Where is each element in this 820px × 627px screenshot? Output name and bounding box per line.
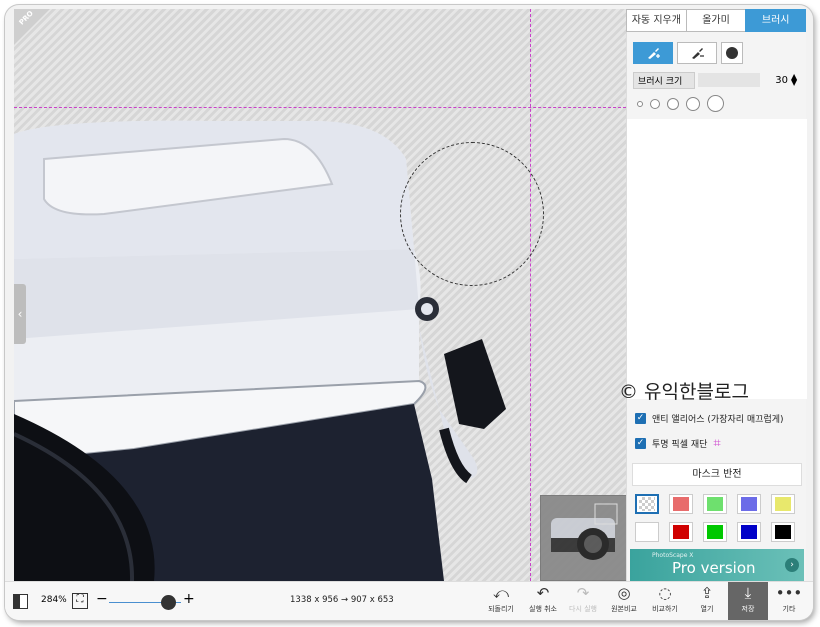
- fit-screen-icon[interactable]: ⛶: [72, 593, 88, 609]
- brush-size-value[interactable]: 30: [768, 75, 788, 86]
- tool-tabs: 자동 지우개 올가미 브러시: [626, 9, 807, 32]
- guide-line-horizontal: [14, 107, 626, 108]
- mask-invert-button[interactable]: 마스크 반전: [632, 463, 802, 486]
- brush-minus-icon: [692, 48, 704, 59]
- revert-label: 되돌리기: [488, 605, 514, 613]
- thumbnail-camera-image: [551, 503, 618, 560]
- panel-layout-icon[interactable]: [13, 594, 28, 609]
- crop-grid-icon: ⌗: [713, 436, 721, 451]
- checkmark-icon[interactable]: ✓: [635, 413, 646, 424]
- antialias-label: 앤티 앨리어스 (가장자리 매끄럽게): [652, 415, 784, 425]
- swatch-light-green[interactable]: [703, 494, 727, 514]
- redo-icon: ↷: [576, 584, 590, 602]
- pro-version-banner[interactable]: PhotoScape X Pro version ›: [630, 549, 804, 582]
- undo-button[interactable]: ↶ 실행 취소: [523, 582, 563, 620]
- brush-cursor: [400, 142, 544, 286]
- swatch-blue[interactable]: [737, 522, 761, 542]
- more-label: 기타: [782, 605, 796, 613]
- compare-original-button[interactable]: ◎ 원본비교: [605, 582, 643, 620]
- transparent-crop-label: 투명 픽셀 재단: [652, 440, 708, 450]
- brush-preset-l[interactable]: [686, 96, 700, 111]
- zoom-slider-knob[interactable]: [161, 595, 176, 610]
- undo-icon: ↶: [536, 584, 550, 602]
- swatch-transparent[interactable]: [635, 494, 659, 514]
- pro-banner-brand: PhotoScape X: [652, 552, 694, 559]
- redo-button[interactable]: ↷ 다시 실행: [563, 582, 603, 620]
- swatch-light-red[interactable]: [669, 494, 693, 514]
- swatch-green[interactable]: [703, 522, 727, 542]
- antialias-option[interactable]: ✓ 앤티 앨리어스 (가장자리 매끄럽게): [635, 412, 784, 425]
- open-label: 열기: [700, 605, 714, 613]
- tab-auto-eraser[interactable]: 자동 지우개: [626, 9, 687, 32]
- redo-label: 다시 실행: [569, 605, 597, 613]
- brush-plus-icon: [648, 48, 660, 59]
- app-window: PRO ‹ 자동 지우개 올가미 브러시 브러시 크기 30 ▲ ▼ ✓ 앤티 …: [5, 5, 813, 620]
- mask-color-swatches: [635, 494, 813, 542]
- swatch-black[interactable]: [771, 522, 795, 542]
- right-panel: 자동 지우개 올가미 브러시 브러시 크기 30 ▲ ▼ ✓ 앤티 앨리어스 (…: [626, 9, 807, 582]
- swatch-white[interactable]: [635, 522, 659, 542]
- more-button[interactable]: ••• 기타: [771, 582, 807, 620]
- brush-mode-row: [633, 42, 806, 64]
- bottom-toolbar: 284% ⛶ − + 1338 x 956 → 907 x 653 ⤺ 되돌리기…: [5, 581, 813, 620]
- brush-size-slider[interactable]: [698, 73, 760, 87]
- revert-button[interactable]: ⤺ 되돌리기: [483, 582, 519, 620]
- zoom-level[interactable]: 284%: [41, 595, 67, 605]
- zoom-out-icon[interactable]: −: [96, 591, 108, 607]
- compare-original-label: 원본비교: [611, 605, 637, 613]
- camera-photo: [14, 120, 506, 581]
- watermark-text: © 유익한블로그: [619, 381, 749, 403]
- chevron-down-icon[interactable]: ▼: [791, 78, 797, 87]
- tab-lasso[interactable]: 올가미: [685, 9, 747, 32]
- brush-size-presets: [637, 95, 806, 112]
- brush-size-row: 브러시 크기 30 ▲ ▼: [633, 71, 806, 89]
- filled-circle-icon: [726, 47, 738, 59]
- compare-button[interactable]: ◌ 비교하기: [645, 582, 685, 620]
- undo-label: 실행 취소: [529, 605, 557, 613]
- download-icon: ⤓: [744, 584, 752, 602]
- brush-size-label: 브러시 크기: [633, 71, 695, 89]
- chevron-left-icon: ‹: [17, 307, 23, 321]
- save-label: 저장: [741, 605, 755, 613]
- brush-preset-xl[interactable]: [707, 95, 724, 112]
- image-dimensions: 1338 x 956 → 907 x 653: [290, 595, 394, 605]
- brush-preset-xs[interactable]: [637, 100, 643, 107]
- compare-icon: ◌: [658, 584, 672, 602]
- revert-icon: ⤺: [492, 584, 510, 602]
- zoom-in-icon[interactable]: +: [183, 591, 195, 607]
- navigator-thumbnail[interactable]: [540, 495, 626, 581]
- transparent-crop-option[interactable]: ✓ 투명 픽셀 재단 ⌗: [635, 436, 721, 451]
- open-button[interactable]: ⇪ 열기: [689, 582, 725, 620]
- pro-banner-label: Pro version: [672, 559, 756, 577]
- share-upload-icon: ⇪: [700, 584, 714, 602]
- compare-label: 비교하기: [652, 605, 678, 613]
- chevron-right-icon[interactable]: ›: [785, 558, 799, 572]
- brush-add-button[interactable]: [633, 42, 673, 64]
- checkmark-icon[interactable]: ✓: [635, 438, 646, 449]
- tab-brush[interactable]: 브러시: [745, 9, 807, 32]
- compare-original-icon: ◎: [617, 584, 631, 602]
- swatch-light-yellow[interactable]: [771, 494, 795, 514]
- brush-preset-m[interactable]: [667, 97, 679, 110]
- brush-subtract-button[interactable]: [677, 42, 717, 64]
- more-dots-icon: •••: [775, 584, 803, 602]
- save-button[interactable]: ⤓ 저장: [728, 582, 768, 620]
- left-panel-toggle[interactable]: ‹: [14, 284, 26, 344]
- editing-canvas[interactable]: PRO ‹: [14, 9, 626, 581]
- brush-color-button[interactable]: [721, 42, 743, 64]
- brush-size-stepper[interactable]: ▲ ▼: [791, 73, 797, 87]
- swatch-light-blue[interactable]: [737, 494, 761, 514]
- panel-blank-area: [627, 119, 807, 399]
- swatch-red[interactable]: [669, 522, 693, 542]
- brush-preset-s[interactable]: [650, 98, 660, 109]
- guide-line-vertical: [530, 9, 531, 581]
